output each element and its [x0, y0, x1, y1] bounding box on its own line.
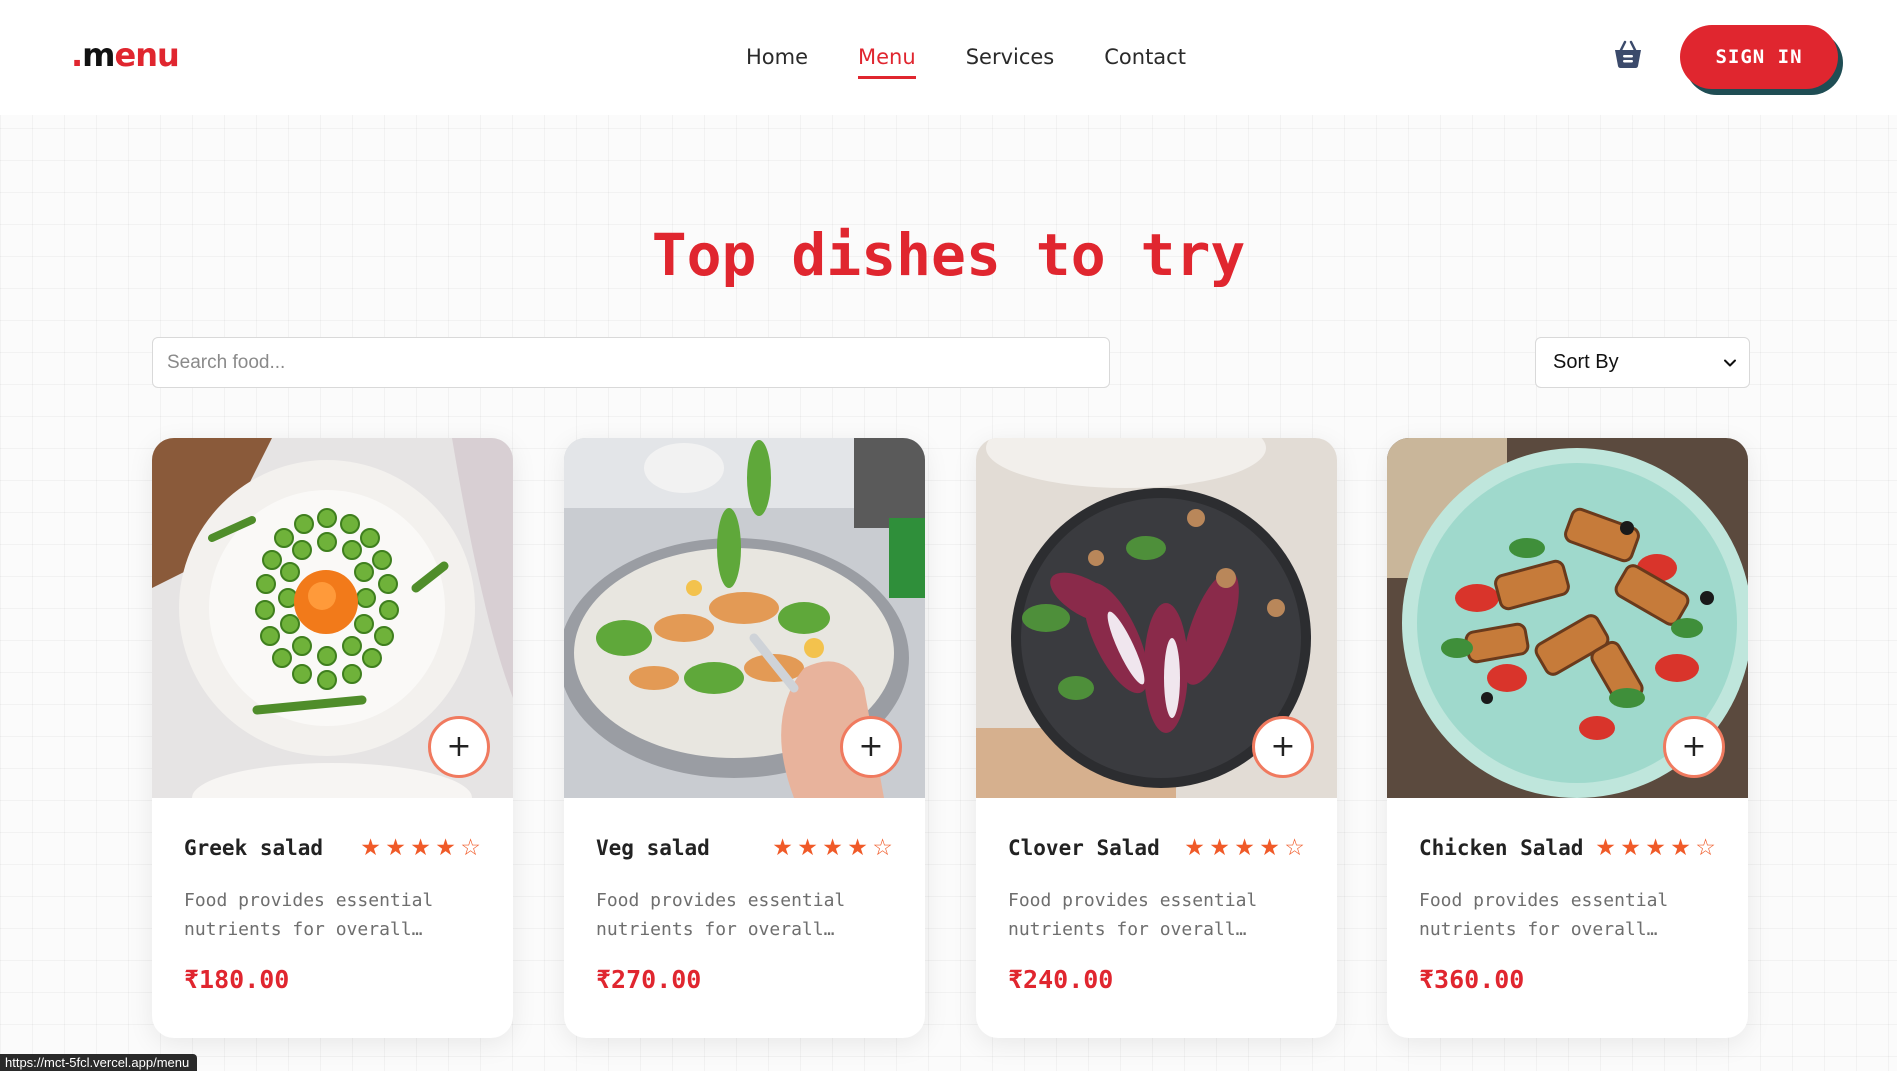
star-filled-icon: ★ — [1670, 834, 1691, 860]
chevron-down-icon — [1724, 359, 1736, 366]
star-filled-icon: ★ — [385, 834, 406, 860]
search-input[interactable] — [152, 337, 1110, 388]
star-empty-icon: ☆ — [1695, 834, 1716, 860]
star-empty-icon: ☆ — [1284, 834, 1305, 860]
logo[interactable]: .menu — [71, 35, 180, 75]
star-filled-icon: ★ — [847, 834, 868, 860]
card-description: Food provides essential nutrients for ov… — [596, 890, 846, 940]
card-price: ₹360.00 — [1419, 965, 1525, 994]
star-filled-icon: ★ — [1595, 834, 1616, 860]
card-price: ₹240.00 — [1008, 965, 1114, 994]
star-empty-icon: ☆ — [460, 834, 481, 860]
plus-icon: + — [1681, 729, 1707, 764]
plus-icon: + — [446, 729, 472, 764]
star-filled-icon: ★ — [772, 834, 793, 860]
food-card[interactable]: + Clover Salad ★ ★ ★ ★ ☆ Food provides essen… — [976, 438, 1337, 1038]
status-bar-url: https://mct-5fcl.vercel.app/menu — [0, 1054, 198, 1071]
logo-rest: enu — [114, 36, 180, 74]
star-filled-icon: ★ — [822, 834, 843, 860]
nav-services[interactable]: Services — [966, 42, 1055, 79]
food-card[interactable]: + Chicken Salad ★ ★ ★ ★ ☆ Food provides esse… — [1387, 438, 1748, 1038]
star-filled-icon: ★ — [435, 834, 456, 860]
nav-home[interactable]: Home — [746, 42, 808, 79]
navbar: .menu Home Menu Services Contact SIGN IN — [0, 0, 1897, 115]
nav-menu[interactable]: Menu — [858, 42, 916, 79]
add-to-cart-button[interactable]: + — [1252, 716, 1314, 778]
sort-label: Sort By — [1553, 351, 1619, 373]
logo-m: m — [82, 36, 115, 74]
sign-in-button[interactable]: SIGN IN — [1680, 25, 1838, 89]
logo-dot: . — [71, 36, 83, 74]
star-filled-icon: ★ — [1645, 834, 1666, 860]
basket-icon[interactable] — [1612, 38, 1644, 70]
rating-stars: ★ ★ ★ ★ ☆ — [1182, 832, 1307, 862]
card-description: Food provides essential nutrients for ov… — [184, 890, 434, 940]
card-title: Chicken Salad — [1419, 836, 1584, 860]
star-filled-icon: ★ — [410, 834, 431, 860]
plus-icon: + — [858, 729, 884, 764]
card-title: Veg salad — [596, 836, 710, 860]
star-filled-icon: ★ — [1184, 834, 1205, 860]
plus-icon: + — [1270, 729, 1296, 764]
star-empty-icon: ☆ — [872, 834, 893, 860]
star-filled-icon: ★ — [360, 834, 381, 860]
star-filled-icon: ★ — [1209, 834, 1230, 860]
card-description: Food provides essential nutrients for ov… — [1008, 890, 1258, 940]
card-price: ₹180.00 — [184, 965, 290, 994]
star-filled-icon: ★ — [1620, 834, 1641, 860]
card-description: Food provides essential nutrients for ov… — [1419, 890, 1669, 940]
card-title: Greek salad — [184, 836, 324, 860]
star-filled-icon: ★ — [1234, 834, 1255, 860]
food-card[interactable]: + Greek salad ★ ★ ★ ★ ☆ Food provides essent… — [152, 438, 513, 1038]
add-to-cart-button[interactable]: + — [840, 716, 902, 778]
food-card[interactable]: + Veg salad ★ ★ ★ ★ ☆ Food provides essentia… — [564, 438, 925, 1038]
add-to-cart-button[interactable]: + — [1663, 716, 1725, 778]
sort-select[interactable]: Sort By — [1535, 337, 1750, 388]
rating-stars: ★ ★ ★ ★ ☆ — [1593, 832, 1718, 862]
rating-stars: ★ ★ ★ ★ ☆ — [770, 832, 895, 862]
add-to-cart-button[interactable]: + — [428, 716, 490, 778]
star-filled-icon: ★ — [1259, 834, 1280, 860]
nav-links: Home Menu Services Contact — [746, 42, 1186, 79]
page-title: Top dishes to try — [651, 221, 1246, 289]
card-price: ₹270.00 — [596, 965, 702, 994]
rating-stars: ★ ★ ★ ★ ☆ — [358, 832, 483, 862]
nav-contact[interactable]: Contact — [1104, 42, 1186, 79]
star-filled-icon: ★ — [797, 834, 818, 860]
card-title: Clover Salad — [1008, 836, 1160, 860]
